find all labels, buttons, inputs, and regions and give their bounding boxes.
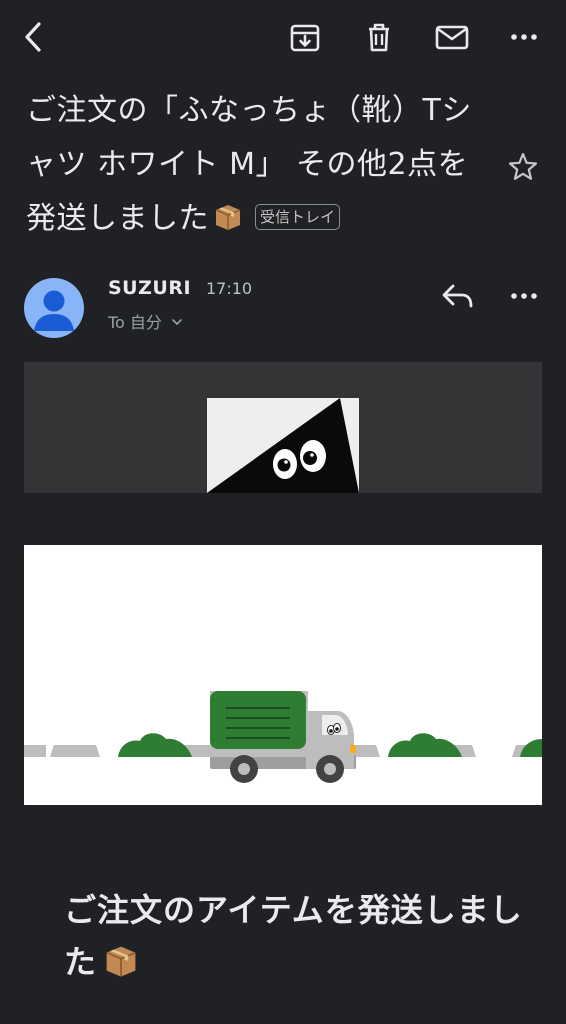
sender-avatar[interactable]: [24, 278, 84, 338]
shipping-illustration: [24, 545, 542, 805]
back-chevron-icon[interactable]: [20, 20, 48, 54]
package-emoji-icon: [103, 942, 139, 978]
star-outline-icon[interactable]: [506, 150, 540, 184]
recipient-details[interactable]: To 自分: [108, 311, 183, 335]
recipient-text: To 自分: [108, 313, 162, 332]
subject-text: ご注文の「ふなっちょ（靴）Tシャツ ホワイト M」 その他2点を発送しました: [26, 93, 472, 236]
package-emoji-icon: [213, 196, 243, 230]
inbox-label-chip[interactable]: 受信トレイ: [255, 204, 341, 230]
delivery-truck: [210, 691, 356, 783]
archive-icon[interactable]: [288, 20, 322, 54]
chevron-down-icon: [172, 319, 182, 326]
email-subject: ご注文の「ふなっちょ（靴）Tシャツ ホワイト M」 その他2点を発送しました 受信…: [26, 84, 496, 246]
content-heading: ご注文のアイテムを発送しました: [64, 884, 524, 988]
brand-logo-image: [207, 398, 359, 493]
top-toolbar: [0, 0, 566, 76]
bush-right: [388, 733, 462, 757]
bush-left: [118, 733, 192, 757]
mail-icon[interactable]: [434, 20, 470, 54]
trash-icon[interactable]: [362, 20, 396, 54]
sender-name[interactable]: SUZURI: [108, 274, 191, 302]
person-icon: [34, 290, 74, 331]
more-horizontal-icon[interactable]: [506, 24, 542, 50]
email-header-banner: [24, 362, 542, 493]
reply-icon[interactable]: [440, 280, 476, 312]
message-time: 17:10: [206, 279, 253, 298]
more-horizontal-icon[interactable]: [506, 284, 542, 308]
